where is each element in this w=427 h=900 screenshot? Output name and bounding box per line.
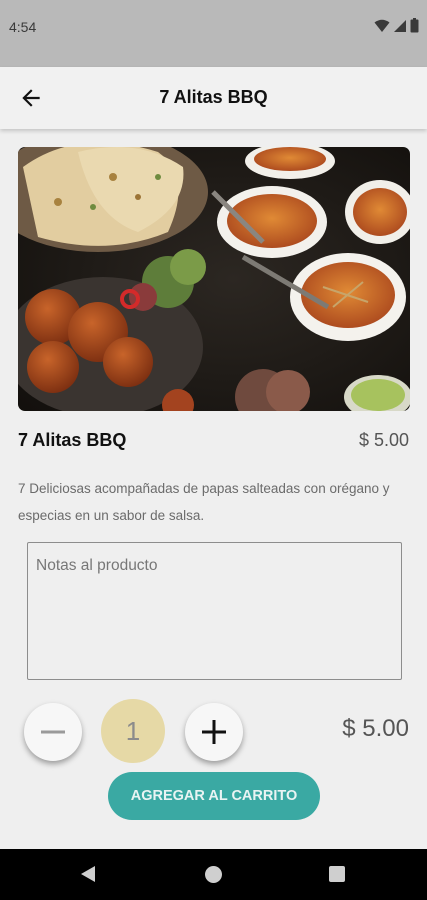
signal-icon: [394, 19, 406, 32]
system-nav-bar: [0, 849, 427, 900]
nav-back-icon[interactable]: [80, 865, 96, 883]
decrease-quantity-button[interactable]: [24, 703, 82, 761]
plus-icon: [202, 720, 226, 744]
status-icons: [374, 18, 419, 33]
nav-recents-icon[interactable]: [329, 866, 345, 882]
quantity-value: 1: [101, 699, 165, 763]
product-image: [18, 147, 410, 411]
product-price: $ 5.00: [358, 430, 409, 450]
total-price: $ 5.00: [342, 715, 409, 742]
app-bar: 7 Alitas BBQ: [0, 67, 427, 129]
product-description: 7 Deliciosas acompañadas de papas saltea…: [18, 481, 390, 523]
status-time: 4:54: [9, 19, 37, 35]
add-to-cart-button[interactable]: AGREGAR AL CARRITO: [108, 772, 320, 820]
battery-icon: [410, 18, 419, 33]
nav-home-icon[interactable]: [205, 866, 222, 883]
product-notes-input[interactable]: [27, 542, 402, 680]
increase-quantity-button[interactable]: [185, 703, 243, 761]
page-title: 7 Alitas BBQ: [159, 87, 268, 107]
product-name: 7 Alitas BBQ: [18, 430, 127, 450]
wifi-icon: [374, 19, 390, 32]
minus-icon: [41, 730, 65, 734]
status-bar: 4:54: [0, 0, 427, 67]
